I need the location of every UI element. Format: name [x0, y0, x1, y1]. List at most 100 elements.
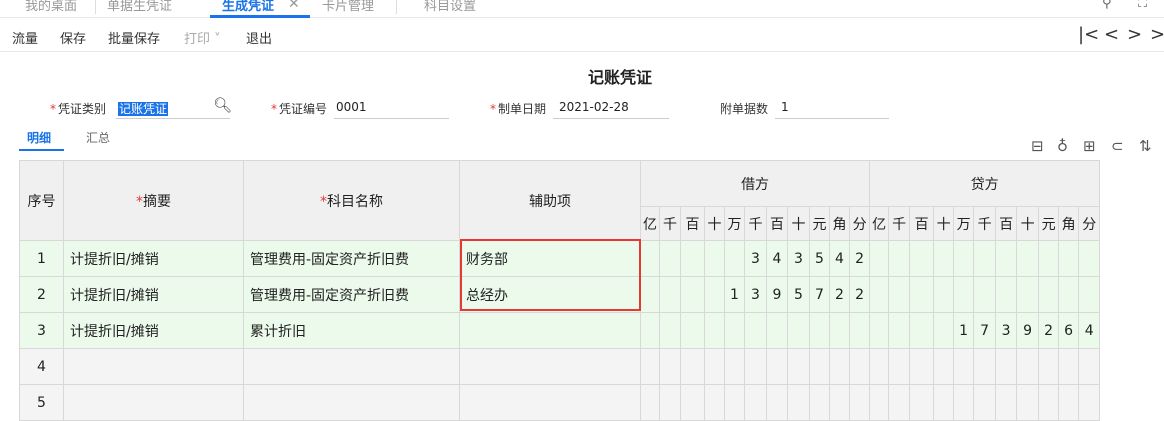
empty-cell[interactable]	[459, 348, 641, 385]
row-seq[interactable]: 3	[19, 312, 64, 349]
debit-digit[interactable]	[704, 240, 725, 277]
empty-cell[interactable]	[953, 384, 975, 421]
first-page-icon[interactable]: |<	[1078, 24, 1099, 45]
credit-digit[interactable]	[869, 312, 890, 349]
empty-cell[interactable]	[869, 348, 890, 385]
empty-cell[interactable]	[888, 384, 911, 421]
search-icon[interactable]: 🔍︎	[213, 96, 232, 114]
empty-cell[interactable]	[680, 384, 705, 421]
credit-digit[interactable]	[1078, 240, 1101, 277]
voucher-no-input[interactable]: 0001	[336, 100, 367, 114]
empty-cell[interactable]	[659, 384, 681, 421]
empty-cell[interactable]	[1078, 348, 1101, 385]
credit-digit[interactable]	[1038, 240, 1060, 277]
credit-digit[interactable]	[995, 240, 1018, 277]
debit-digit[interactable]	[724, 312, 745, 349]
empty-cell[interactable]	[787, 384, 810, 421]
credit-digit[interactable]	[933, 240, 955, 277]
empty-cell[interactable]	[829, 384, 850, 421]
empty-cell[interactable]	[973, 348, 997, 385]
link-icon[interactable]: ⊂	[1111, 137, 1124, 155]
credit-digit[interactable]	[1016, 276, 1040, 313]
debit-digit[interactable]	[809, 312, 830, 349]
credit-digit[interactable]	[869, 276, 890, 313]
row-summary[interactable]: 计提折旧/摊销	[63, 276, 244, 313]
credit-digit[interactable]	[888, 276, 911, 313]
table-row[interactable]: 5	[19, 384, 1101, 421]
empty-cell[interactable]	[766, 348, 788, 385]
close-icon[interactable]: ✕	[288, 0, 300, 12]
row-seq[interactable]: 5	[19, 384, 64, 421]
credit-digit[interactable]	[888, 240, 911, 277]
empty-cell[interactable]	[848, 348, 871, 385]
row-summary[interactable]: 计提折旧/摊销	[63, 240, 244, 277]
credit-digit[interactable]: 7	[973, 312, 997, 349]
debit-digit[interactable]: 3	[787, 240, 810, 277]
empty-cell[interactable]	[973, 384, 997, 421]
credit-digit[interactable]	[953, 240, 975, 277]
empty-cell[interactable]	[909, 348, 935, 385]
batch-save-button[interactable]: 批量保存	[108, 28, 160, 47]
credit-digit[interactable]	[1016, 240, 1040, 277]
save-button[interactable]: 保存	[60, 28, 86, 47]
voucher-type-input[interactable]: 记账凭证	[118, 100, 169, 117]
debit-digit[interactable]	[640, 276, 660, 313]
last-page-icon[interactable]: >|	[1150, 24, 1164, 45]
table-row[interactable]: 4	[19, 348, 1101, 385]
credit-digit[interactable]: 3	[995, 312, 1018, 349]
debit-digit[interactable]: 9	[766, 276, 788, 313]
empty-cell[interactable]	[1078, 384, 1101, 421]
search-icon[interactable]: ⚲	[1102, 0, 1112, 11]
credit-digit[interactable]: 1	[953, 312, 975, 349]
empty-cell[interactable]	[640, 348, 660, 385]
debit-digit[interactable]: 4	[829, 240, 850, 277]
credit-digit[interactable]	[869, 240, 890, 277]
row-seq[interactable]: 2	[19, 276, 64, 313]
credit-digit[interactable]	[909, 312, 935, 349]
row-aux[interactable]	[459, 312, 641, 349]
empty-cell[interactable]	[744, 384, 767, 421]
empty-cell[interactable]	[1058, 384, 1080, 421]
empty-cell[interactable]	[787, 348, 810, 385]
tab-detail[interactable]: 明细	[27, 129, 51, 146]
row-account[interactable]: 累计折旧	[243, 312, 460, 349]
credit-digit[interactable]	[909, 276, 935, 313]
empty-cell[interactable]	[724, 348, 745, 385]
credit-digit[interactable]	[995, 276, 1018, 313]
empty-cell[interactable]	[1016, 384, 1040, 421]
debit-digit[interactable]: 5	[809, 240, 830, 277]
empty-cell[interactable]	[933, 348, 955, 385]
empty-cell[interactable]	[640, 384, 660, 421]
empty-cell[interactable]	[766, 384, 788, 421]
debit-digit[interactable]	[680, 240, 705, 277]
tab-card-management[interactable]: 卡片管理	[322, 0, 374, 18]
empty-cell[interactable]	[744, 348, 767, 385]
empty-cell[interactable]	[1038, 348, 1060, 385]
credit-digit[interactable]: 4	[1078, 312, 1101, 349]
empty-cell[interactable]	[704, 348, 725, 385]
credit-digit[interactable]: 6	[1058, 312, 1080, 349]
flow-button[interactable]: 流量	[12, 28, 38, 47]
debit-digit[interactable]: 2	[848, 240, 871, 277]
empty-cell[interactable]	[829, 348, 850, 385]
row-account[interactable]: 管理费用-固定资产折旧费	[243, 276, 460, 313]
debit-digit[interactable]: 4	[766, 240, 788, 277]
debit-digit[interactable]	[640, 312, 660, 349]
debit-digit[interactable]: 2	[829, 276, 850, 313]
empty-cell[interactable]	[680, 348, 705, 385]
tab-account-settings[interactable]: 科目设置	[424, 0, 476, 18]
credit-digit[interactable]	[933, 276, 955, 313]
attachments-input[interactable]: 1	[781, 100, 789, 114]
empty-cell[interactable]	[809, 384, 830, 421]
debit-digit[interactable]: 3	[744, 240, 767, 277]
debit-digit[interactable]	[680, 312, 705, 349]
debit-digit[interactable]	[704, 312, 725, 349]
money-bag-icon[interactable]: ♁	[1057, 137, 1068, 155]
settings-sliders-icon[interactable]: ⇅	[1139, 137, 1152, 155]
empty-cell[interactable]	[869, 384, 890, 421]
empty-cell[interactable]	[243, 384, 460, 421]
empty-cell[interactable]	[724, 384, 745, 421]
debit-digit[interactable]	[704, 276, 725, 313]
credit-digit[interactable]	[953, 276, 975, 313]
table-row[interactable]: 3 计提折旧/摊销 累计折旧 1 7 3 9 2 6 4	[19, 312, 1101, 349]
